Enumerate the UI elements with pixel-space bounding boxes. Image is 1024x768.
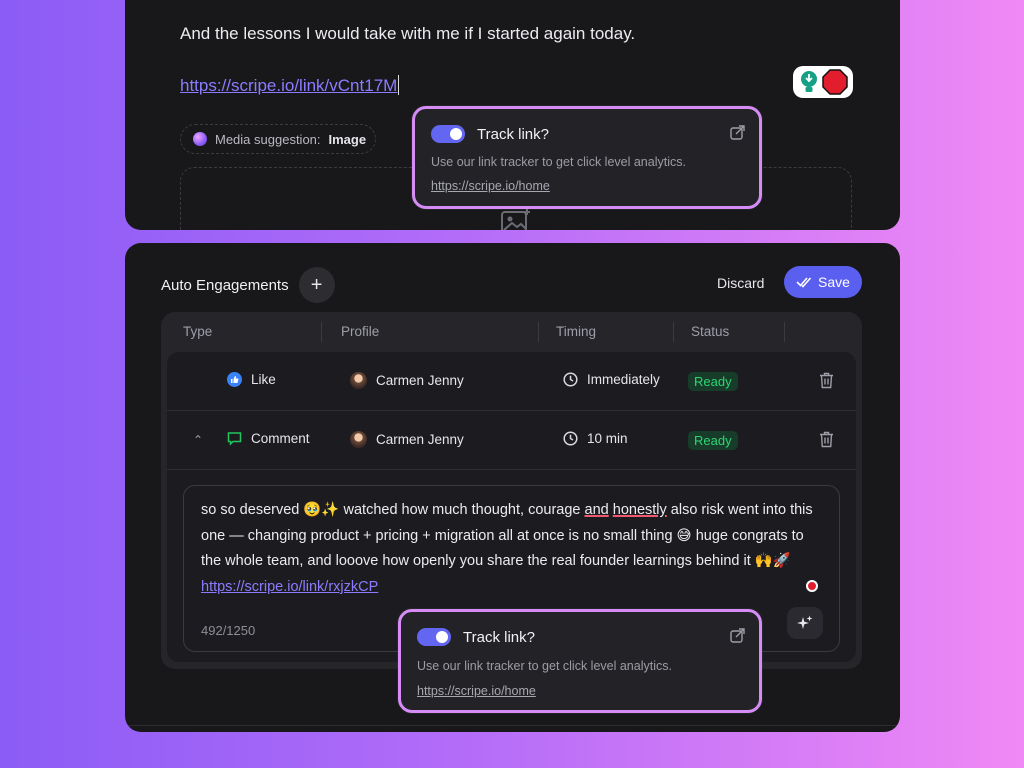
- avatar: [350, 372, 367, 389]
- status-cell: Ready: [688, 372, 738, 391]
- status-badge: Ready: [688, 431, 738, 450]
- track-link-url[interactable]: https://scripe.io/home: [431, 179, 550, 193]
- status-badge: Ready: [688, 372, 738, 391]
- media-suggestion-chip[interactable]: Media suggestion: Image: [180, 124, 376, 154]
- stop-icon: [821, 69, 848, 95]
- chevron-up-icon[interactable]: ⌃: [193, 433, 203, 447]
- track-link-popover: Track link? Use our link tracker to get …: [412, 106, 762, 209]
- timing-label: 10 min: [587, 431, 628, 446]
- post-link-line[interactable]: https://scripe.io/link/vCnt17M: [180, 75, 400, 96]
- clock-icon: [563, 431, 578, 446]
- column-header-type: Type: [183, 324, 213, 339]
- column-divider: [538, 322, 539, 342]
- media-suggestion-value: Image: [328, 131, 367, 147]
- grammar-indicator-icon[interactable]: [806, 580, 818, 592]
- track-link-title: Track link?: [463, 628, 535, 646]
- panel-divider: [125, 725, 900, 726]
- track-link-toggle[interactable]: [417, 628, 451, 646]
- column-header-timing: Timing: [556, 324, 597, 339]
- column-header-status: Status: [691, 324, 730, 339]
- table-row[interactable]: Like Carmen Jenny Immediately Ready: [167, 352, 856, 411]
- comment-text[interactable]: so so deserved 🥹✨ watched how much thoug…: [201, 498, 826, 600]
- type-cell: Comment: [227, 431, 310, 446]
- character-counter: 492/1250: [201, 623, 256, 638]
- profile-name: Carmen Jenny: [376, 373, 464, 388]
- extension-badges[interactable]: [793, 66, 853, 98]
- add-image-icon[interactable]: [500, 208, 532, 230]
- sparkle-icon: [797, 615, 813, 629]
- avatar: [350, 431, 367, 448]
- clock-icon: [563, 372, 578, 387]
- profile-name: Carmen Jenny: [376, 432, 464, 447]
- trash-icon[interactable]: [819, 372, 834, 389]
- track-link-toggle[interactable]: [431, 125, 465, 143]
- type-label: Comment: [251, 431, 310, 446]
- track-link-description: Use our link tracker to get click level …: [431, 155, 686, 169]
- track-link-description: Use our link tracker to get click level …: [417, 659, 672, 673]
- spelling-flag-word[interactable]: and: [585, 502, 609, 518]
- timing-cell: 10 min: [563, 431, 628, 446]
- discard-button[interactable]: Discard: [717, 275, 764, 291]
- profile-cell: Carmen Jenny: [350, 431, 464, 448]
- spelling-flag-word[interactable]: honestly: [613, 502, 667, 518]
- type-cell: Like: [227, 372, 276, 387]
- save-label: Save: [818, 274, 850, 290]
- track-link-popover: Track link? Use our link tracker to get …: [398, 609, 762, 713]
- trash-icon[interactable]: [819, 431, 834, 448]
- profile-cell: Carmen Jenny: [350, 372, 464, 389]
- media-suggestion-label: Media suggestion:: [215, 131, 321, 147]
- media-suggestion-icon: [193, 132, 207, 146]
- column-divider: [784, 322, 785, 342]
- table-row[interactable]: ⌃ Comment Carmen Jenny 10 min Ready: [167, 411, 856, 470]
- column-header-profile: Profile: [341, 324, 380, 339]
- ai-rewrite-button[interactable]: [787, 607, 823, 639]
- timing-label: Immediately: [587, 372, 660, 387]
- save-button[interactable]: Save: [784, 266, 862, 298]
- auto-engagements-header: Auto Engagements +: [161, 267, 335, 303]
- type-label: Like: [251, 372, 276, 387]
- external-link-icon[interactable]: [730, 628, 745, 643]
- external-link-icon[interactable]: [730, 125, 745, 140]
- track-link-title: Track link?: [477, 125, 549, 143]
- add-engagement-button[interactable]: +: [298, 267, 335, 303]
- comment-link[interactable]: https://scripe.io/link/rxjzkCP: [201, 579, 378, 595]
- thumbs-up-icon: [227, 372, 242, 387]
- comment-icon: [227, 432, 242, 446]
- double-check-icon: [796, 277, 812, 288]
- track-link-url[interactable]: https://scripe.io/home: [417, 684, 536, 698]
- lightbulb-icon: [800, 71, 817, 92]
- comment-text-part: so so deserved 🥹✨ watched how much thoug…: [201, 502, 585, 518]
- post-text-line: And the lessons I would take with me if …: [180, 24, 636, 43]
- timing-cell: Immediately: [563, 372, 660, 387]
- column-divider: [673, 322, 674, 342]
- post-link[interactable]: https://scripe.io/link/vCnt17M: [180, 76, 397, 95]
- column-divider: [321, 322, 322, 342]
- auto-engagements-title: Auto Engagements: [161, 276, 289, 294]
- text-caret: [398, 75, 400, 95]
- status-cell: Ready: [688, 431, 738, 450]
